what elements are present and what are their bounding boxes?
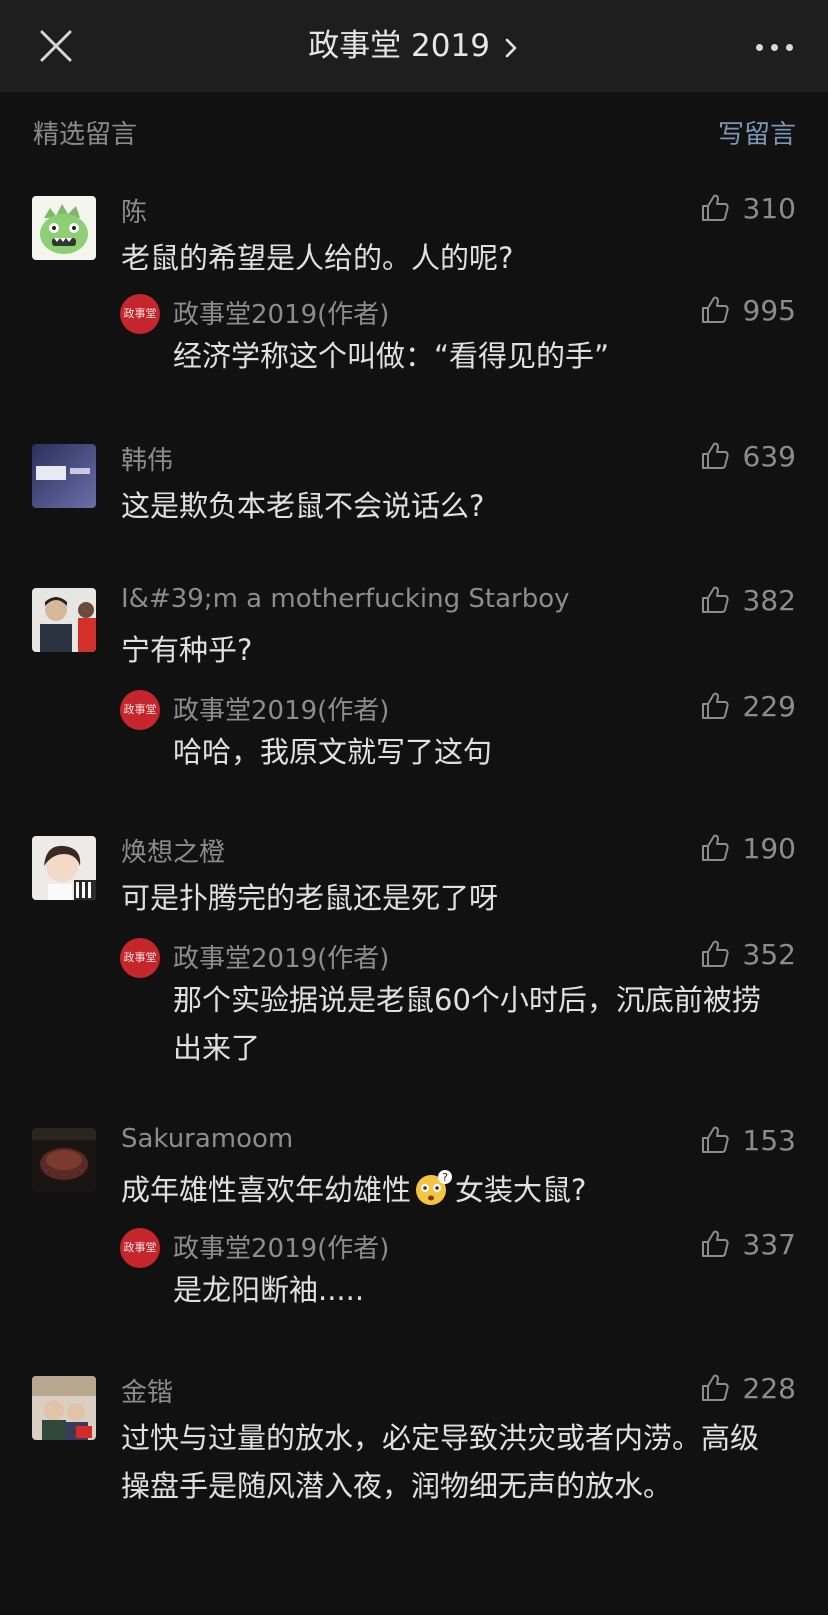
thumbs-up-icon xyxy=(701,586,729,613)
write-comment-button[interactable]: 写留言 xyxy=(718,114,796,151)
thumbs-up-icon xyxy=(701,1374,729,1401)
comment-text: 这是欺负本老鼠不会说话么? xyxy=(121,489,485,523)
comment-nickname: 焕想之橙 xyxy=(121,838,226,868)
confused-emoji-icon: ? xyxy=(416,1170,453,1205)
thumbs-up-icon xyxy=(701,1126,729,1153)
like-count: 337 xyxy=(742,1227,796,1261)
like-count: 153 xyxy=(742,1123,796,1157)
avatar[interactable] xyxy=(32,588,96,652)
section-title: 精选留言 xyxy=(33,120,138,150)
reply-nickname: 政事堂2019(作者) xyxy=(173,696,390,726)
thumbs-up-icon xyxy=(701,692,729,719)
like-button[interactable]: 190 xyxy=(699,828,796,868)
reply-nickname: 政事堂2019(作者) xyxy=(173,1234,390,1264)
svg-text:?: ? xyxy=(442,1171,448,1184)
reply-text: 是龙阳断袖..... xyxy=(173,1273,365,1307)
like-count: 310 xyxy=(742,191,796,225)
thumbs-up-icon xyxy=(701,940,729,967)
like-count: 190 xyxy=(742,831,796,865)
comment-text: 成年雄性喜欢年幼雄性 ? 女装大鼠? xyxy=(121,1166,772,1214)
page-title-link[interactable]: 政事堂 2019 xyxy=(0,26,828,66)
reply-nickname: 政事堂2019(作者) xyxy=(173,944,390,974)
like-button[interactable]: 352 xyxy=(699,934,796,974)
like-count: 352 xyxy=(742,937,796,971)
thumbs-up-icon xyxy=(701,296,729,323)
top-bar: 政事堂 2019 xyxy=(0,0,828,92)
like-button[interactable]: 229 xyxy=(699,686,796,726)
comment-nickname: 陈 xyxy=(121,198,148,228)
thumbs-up-icon xyxy=(701,442,729,469)
comment-nickname: Sakuramoom xyxy=(121,1124,294,1154)
like-button[interactable]: 310 xyxy=(699,188,796,228)
reply-text: 那个实验据说是老鼠60个小时后，沉底前被捞出来了 xyxy=(173,983,761,1065)
author-avatar: 政事堂 xyxy=(120,938,160,978)
like-count: 229 xyxy=(742,689,796,723)
avatar[interactable] xyxy=(32,836,96,900)
section-header: 精选留言 写留言 xyxy=(0,108,828,152)
like-button[interactable]: 337 xyxy=(699,1224,796,1264)
chevron-right-icon xyxy=(505,38,517,57)
more-button[interactable] xyxy=(752,36,802,60)
like-count: 382 xyxy=(742,583,796,617)
comment-nickname: 韩伟 xyxy=(121,446,174,476)
like-count: 995 xyxy=(742,293,796,327)
avatar[interactable] xyxy=(32,1128,96,1192)
avatar[interactable] xyxy=(32,1376,96,1440)
thumbs-up-icon xyxy=(701,834,729,861)
like-button[interactable]: 153 xyxy=(699,1120,796,1160)
like-button[interactable]: 228 xyxy=(699,1368,796,1408)
reply-nickname: 政事堂2019(作者) xyxy=(173,300,390,330)
more-icon xyxy=(756,44,763,51)
avatar[interactable] xyxy=(32,444,96,508)
thumbs-up-icon xyxy=(701,1230,729,1257)
author-avatar: 政事堂 xyxy=(120,1228,160,1268)
author-avatar: 政事堂 xyxy=(120,690,160,730)
comment-text: 老鼠的希望是人给的。人的呢? xyxy=(121,241,514,275)
like-count: 228 xyxy=(742,1371,796,1405)
like-button[interactable]: 995 xyxy=(699,290,796,330)
reply-text: 经济学称这个叫做：“看得见的手” xyxy=(173,339,610,373)
page-title: 政事堂 2019 xyxy=(308,28,490,64)
comment-text: 宁有种乎? xyxy=(121,633,253,667)
comment-text: 可是扑腾完的老鼠还是死了呀 xyxy=(121,881,499,915)
avatar[interactable] xyxy=(32,196,96,260)
author-avatar: 政事堂 xyxy=(120,294,160,334)
like-count: 639 xyxy=(742,439,796,473)
comment-nickname: 金锴 xyxy=(121,1378,174,1408)
comment-text: 过快与过量的放水，必定导致洪灾或者内涝。高级操盘手是随风潜入夜，润物细无声的放水… xyxy=(121,1421,760,1503)
like-button[interactable]: 639 xyxy=(699,436,796,476)
comment-nickname: I&#39;m a motherfucking Starboy xyxy=(121,584,570,614)
reply-text: 哈哈，我原文就写了这句 xyxy=(173,735,493,769)
like-button[interactable]: 382 xyxy=(699,580,796,620)
thumbs-up-icon xyxy=(701,194,729,221)
